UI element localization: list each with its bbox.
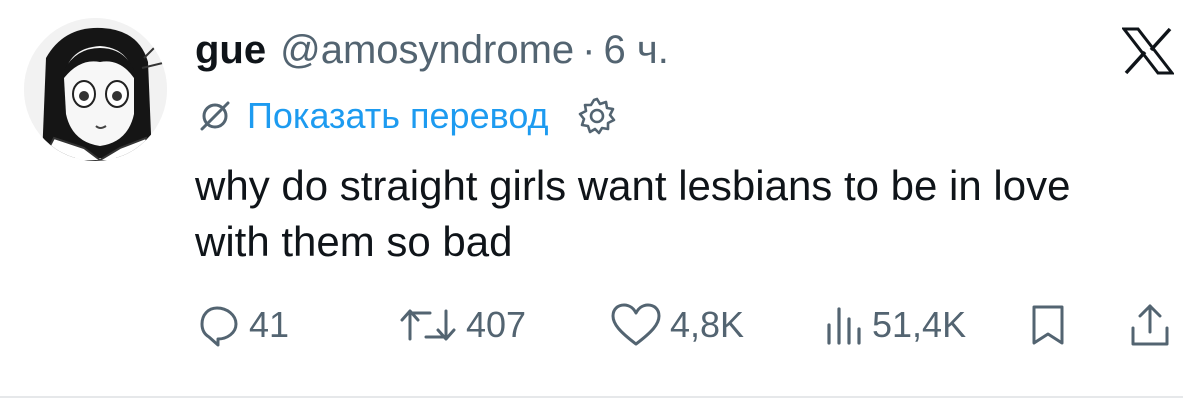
display-name[interactable]: gue bbox=[195, 24, 266, 76]
retweet-count: 407 bbox=[466, 304, 527, 345]
user-handle[interactable]: @amosyndrome bbox=[280, 24, 574, 76]
share-icon bbox=[1131, 304, 1169, 346]
retweet-icon bbox=[400, 309, 456, 341]
reply-icon bbox=[200, 306, 238, 347]
gear-icon[interactable] bbox=[577, 96, 617, 136]
show-translation-link[interactable]: Показать перевод bbox=[247, 90, 549, 142]
like-button[interactable]: 4,8K bbox=[610, 300, 744, 350]
heart-icon bbox=[611, 303, 661, 346]
reply-count: 41 bbox=[249, 304, 290, 345]
translate-icon bbox=[200, 101, 230, 131]
avatar-image bbox=[24, 18, 167, 161]
tweet-text: why do straight girls want lesbians to b… bbox=[195, 162, 1071, 265]
translate-row: Показать перевод bbox=[197, 90, 617, 142]
views-button[interactable]: 51,4K bbox=[824, 300, 966, 350]
bottom-divider bbox=[0, 396, 1183, 398]
retweet-button[interactable]: 407 bbox=[398, 300, 526, 350]
bookmark-icon bbox=[1032, 305, 1064, 345]
tweet-header: gue @amosyndrome · 6 ч. bbox=[195, 24, 669, 76]
views-icon bbox=[827, 307, 861, 345]
share-button[interactable] bbox=[1128, 300, 1172, 350]
reply-button[interactable]: 41 bbox=[197, 300, 289, 350]
avatar[interactable] bbox=[24, 18, 167, 161]
action-bar: 41 407 4,8K 51,4K bbox=[0, 300, 1183, 350]
x-logo-icon[interactable] bbox=[1122, 27, 1174, 75]
bookmark-button[interactable] bbox=[1028, 300, 1068, 350]
like-count: 4,8K bbox=[670, 304, 745, 345]
views-count: 51,4K bbox=[872, 304, 967, 345]
timestamp[interactable]: 6 ч. bbox=[604, 24, 669, 76]
header-separator: · bbox=[582, 28, 596, 72]
